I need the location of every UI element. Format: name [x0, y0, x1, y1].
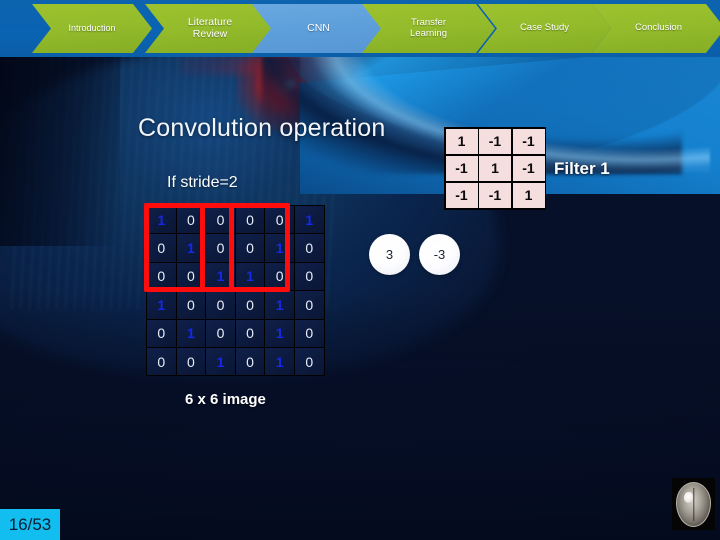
nav-item-transfer-learning-label: Transfer Learning	[406, 18, 451, 39]
filter-cell-r1-c0: -1	[445, 155, 478, 181]
brain-midline	[692, 487, 695, 521]
filter-cell-r2-c0: -1	[445, 182, 478, 208]
nav-item-transfer-learning-label-line1: Transfer	[410, 16, 446, 28]
background-left-vignette	[0, 46, 120, 246]
nav-item-cnn-label: CNN	[307, 21, 330, 34]
filter-cell-r2-c2: 1	[512, 182, 545, 208]
filter-cell-r0-c0: 1	[445, 128, 478, 154]
brain-scan-graphic	[676, 481, 711, 527]
nav-item-transfer-learning-label-line2: Learning	[410, 27, 447, 39]
convolution-window-2-highlight	[200, 203, 290, 292]
image-cell-r5-c1: 0	[176, 347, 206, 376]
image-cell-r3-c0: 1	[147, 291, 176, 319]
image-cell-r4-c5: 0	[294, 319, 324, 347]
image-cell-r4-c1: 1	[176, 319, 206, 347]
filter-matrix: 1 -1 -1 -1 1 -1 -1 -1 1	[444, 127, 546, 210]
image-cell-r4-c0: 0	[147, 319, 176, 347]
image-cell-r3-c2: 0	[206, 291, 235, 319]
nav-item-cnn[interactable]: CNN	[252, 4, 385, 53]
image-cell-r5-c3: 0	[235, 347, 265, 376]
output-value-1: 3	[369, 234, 410, 275]
background-artwork	[0, 0, 720, 540]
nav-item-literature-review[interactable]: Literature Review	[145, 4, 275, 53]
image-cell-r3-c1: 0	[176, 291, 206, 319]
filter-label: Filter 1	[554, 159, 610, 178]
image-cell-r4-c3: 0	[235, 319, 265, 347]
page-number-badge: 16/53	[0, 509, 60, 540]
image-cell-r4-c4: 1	[265, 319, 294, 347]
nav-item-literature-review-label-line2: Review	[192, 27, 228, 40]
image-cell-r0-c5: 1	[294, 206, 324, 234]
stride-label: If stride=2	[167, 174, 238, 191]
image-cell-r5-c0: 0	[147, 347, 176, 376]
nav-item-case-study-label: Case Study	[519, 22, 570, 34]
filter-cell-r1-c2: -1	[512, 155, 545, 181]
image-cell-r1-c5: 0	[294, 234, 324, 262]
output-value-2: -3	[419, 234, 460, 275]
nav-item-literature-review-label-line1: Literature	[187, 15, 233, 28]
nav-item-literature-review-label: Literature Review	[184, 17, 236, 41]
image-cell-r4-c2: 0	[206, 319, 235, 347]
section-navigation-bar: Introduction Literature Review CNN Trans…	[0, 0, 720, 57]
brain-mri-logo-icon	[672, 478, 715, 530]
nav-item-case-study[interactable]: Case Study	[478, 4, 611, 53]
filter-cell-r0-c2: -1	[512, 128, 545, 154]
filter-cell-r0-c1: -1	[479, 128, 511, 154]
filter-cell-r2-c1: -1	[479, 182, 511, 208]
filter-cell-r1-c1: 1	[479, 155, 511, 181]
nav-item-introduction[interactable]: Introduction	[32, 4, 152, 53]
slide-canvas: Introduction Literature Review CNN Trans…	[0, 0, 720, 540]
image-cell-r3-c4: 1	[265, 291, 294, 319]
image-cell-r3-c3: 0	[235, 291, 265, 319]
image-cell-r5-c5: 0	[294, 347, 324, 376]
image-cell-r3-c5: 0	[294, 291, 324, 319]
slide-title: Convolution operation	[138, 114, 386, 142]
input-image-caption: 6 x 6 image	[185, 391, 266, 408]
image-cell-r5-c4: 1	[265, 347, 294, 376]
background-bottom-fade	[0, 290, 720, 540]
image-cell-r2-c5: 0	[294, 262, 324, 291]
nav-item-conclusion-label: Conclusion	[635, 22, 682, 34]
image-cell-r5-c2: 1	[206, 347, 235, 376]
nav-item-transfer-learning[interactable]: Transfer Learning	[362, 4, 495, 53]
brain-lesion-marker	[684, 491, 693, 503]
nav-item-introduction-label: Introduction	[68, 23, 116, 34]
nav-item-conclusion[interactable]: Conclusion	[592, 4, 720, 53]
